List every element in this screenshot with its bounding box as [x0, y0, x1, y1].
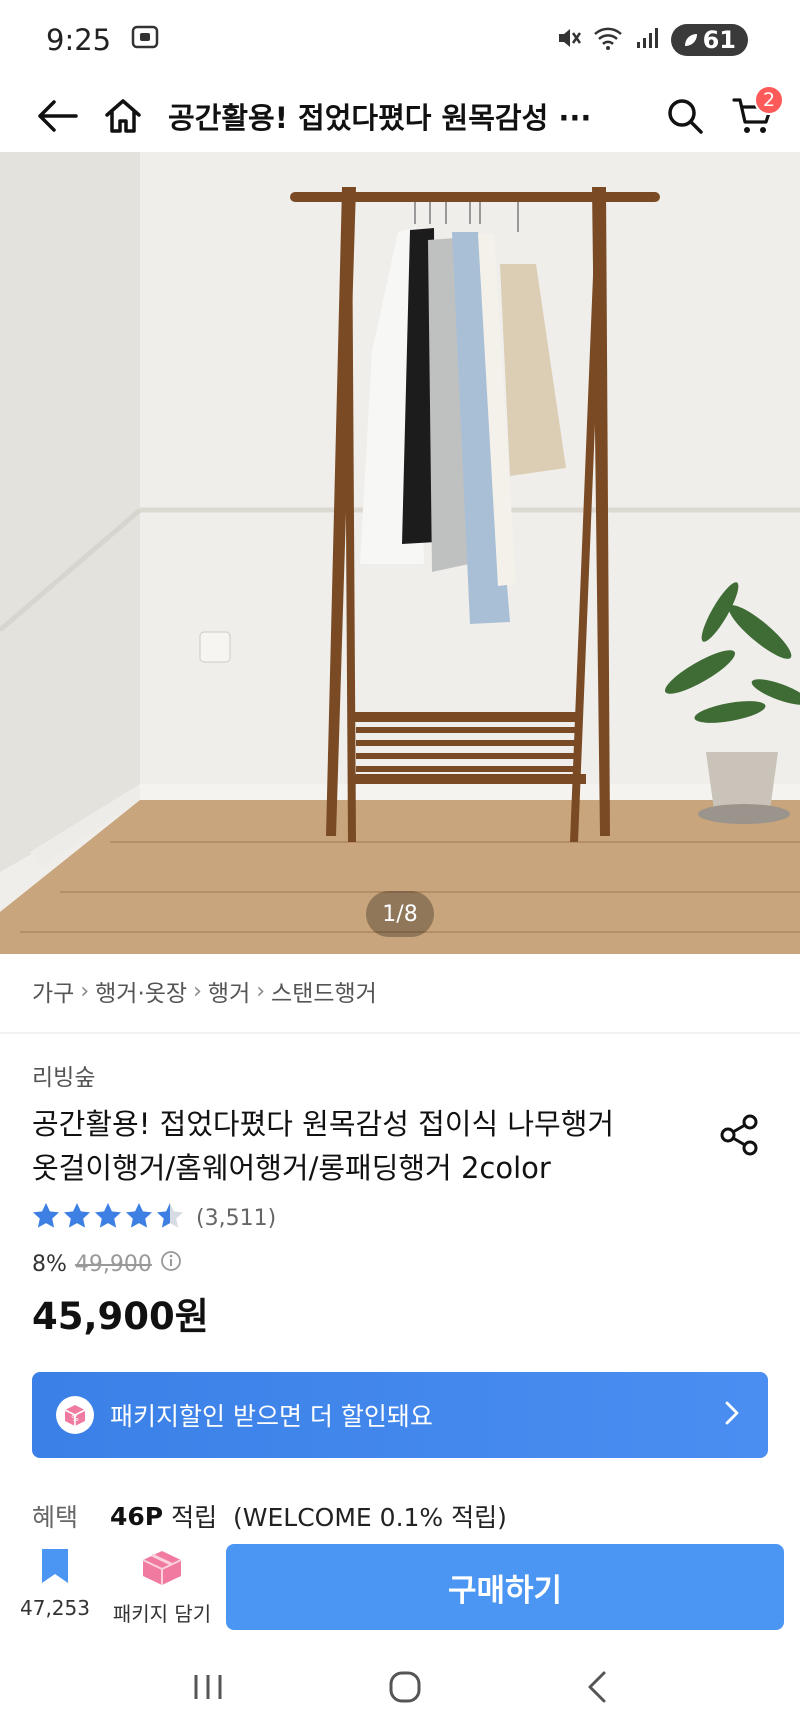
mute-icon	[555, 25, 581, 55]
svg-text:%: %	[71, 1414, 79, 1423]
package-discount-banner[interactable]: % 패키지할인 받으면 더 할인돼요	[32, 1372, 768, 1458]
header-title: 공간활용! 접었다폈다 원목감성 ···	[168, 101, 592, 135]
star-half-icon	[157, 1203, 183, 1228]
price-row: 8% 49,900	[32, 1250, 182, 1278]
section-divider	[0, 1032, 800, 1034]
chevron-right-icon: ›	[80, 978, 90, 1004]
home-button[interactable]	[96, 89, 150, 143]
search-icon	[668, 99, 703, 134]
signal-icon	[635, 26, 659, 54]
package-add-label: 패키지 담기	[112, 1602, 212, 1626]
screenshot-icon	[131, 23, 159, 57]
breadcrumb: 가구 › 행거·옷장 › 행거 › 스탠드행거	[32, 974, 377, 1008]
original-price: 49,900	[74, 1251, 152, 1277]
battery-indicator: 61	[670, 24, 748, 56]
status-time: 9:25	[46, 23, 112, 57]
image-page-indicator: 1/8	[366, 891, 434, 937]
chevron-left-icon	[588, 1671, 606, 1703]
app-header: 공간활용! 접었다폈다 원목감성 ··· 2	[0, 80, 800, 152]
breadcrumb-item[interactable]: 행거	[208, 974, 250, 1008]
bookmark-button[interactable]: 47,253	[5, 1546, 105, 1620]
benefit-points: 46P	[110, 1501, 164, 1531]
share-icon	[720, 1114, 758, 1156]
home-icon	[105, 99, 141, 133]
promo-text: 패키지할인 받으면 더 할인돼요	[110, 1402, 433, 1431]
recent-apps-icon	[194, 1675, 222, 1699]
bookmark-count: 47,253	[20, 1596, 90, 1620]
star-icon	[126, 1203, 152, 1228]
breadcrumb-item[interactable]: 행거·옷장	[95, 974, 187, 1008]
star-icon	[95, 1203, 121, 1228]
rating[interactable]: (3,511)	[32, 1202, 276, 1234]
chevron-right-icon: ›	[193, 978, 202, 1004]
info-icon[interactable]	[160, 1250, 182, 1278]
leaf-icon	[683, 26, 699, 54]
star-icon	[33, 1203, 59, 1228]
back-nav-button[interactable]	[585, 1670, 609, 1708]
wifi-icon	[593, 25, 623, 55]
benefit-label: 혜택	[32, 1503, 79, 1532]
benefit-row: 혜택 46P 적립 (WELCOME 0.1% 적립)	[32, 1498, 507, 1534]
product-image-carousel[interactable]: 1/8	[0, 152, 800, 954]
bookmark-icon	[42, 1549, 68, 1583]
cart-button[interactable]: 2	[726, 85, 784, 143]
product-title-line: 옷걸이행거/홈웨어행거/롱패딩행거 2color	[32, 1151, 551, 1185]
product-title-line: 공간활용! 접었다폈다 원목감성 접이식 나무행거	[32, 1107, 615, 1141]
product-title: 공간활용! 접었다폈다 원목감성 접이식 나무행거 옷걸이행거/홈웨어행거/롱패…	[32, 1102, 672, 1190]
android-nav-bar	[0, 1644, 800, 1734]
search-button[interactable]	[658, 89, 712, 143]
arrow-left-icon	[38, 100, 78, 132]
rating-stars	[32, 1202, 184, 1234]
star-icon	[64, 1203, 90, 1228]
buy-button[interactable]: 구매하기	[226, 1544, 784, 1630]
back-button[interactable]	[30, 89, 84, 143]
home-circle-icon	[389, 1671, 421, 1703]
bottom-action-bar: 47,253 패키지 담기 구매하기	[0, 1534, 800, 1644]
seller-name[interactable]: 리빙숲	[32, 1058, 95, 1092]
sale-price: 45,900원	[32, 1295, 209, 1338]
product-photo	[0, 152, 800, 954]
chevron-right-icon: ›	[256, 978, 266, 1004]
cart-count-badge: 2	[754, 85, 784, 115]
chevron-right-icon	[724, 1400, 740, 1430]
breadcrumb-item[interactable]: 가구	[32, 974, 74, 1008]
discount-rate: 8%	[32, 1251, 67, 1277]
battery-level: 61	[702, 26, 736, 54]
package-discount-icon: %	[56, 1396, 94, 1434]
home-nav-button[interactable]	[388, 1670, 422, 1708]
package-add-button[interactable]: 패키지 담기	[112, 1546, 212, 1627]
recent-apps-button[interactable]	[191, 1672, 225, 1706]
benefit-text: 적립 (WELCOME 0.1% 적립)	[171, 1503, 507, 1532]
status-bar: 9:25 61	[0, 0, 800, 80]
gift-box-icon	[142, 1551, 182, 1585]
breadcrumb-item[interactable]: 스탠드행거	[271, 974, 377, 1008]
review-count[interactable]: (3,511)	[196, 1206, 276, 1231]
share-button[interactable]	[712, 1108, 766, 1162]
